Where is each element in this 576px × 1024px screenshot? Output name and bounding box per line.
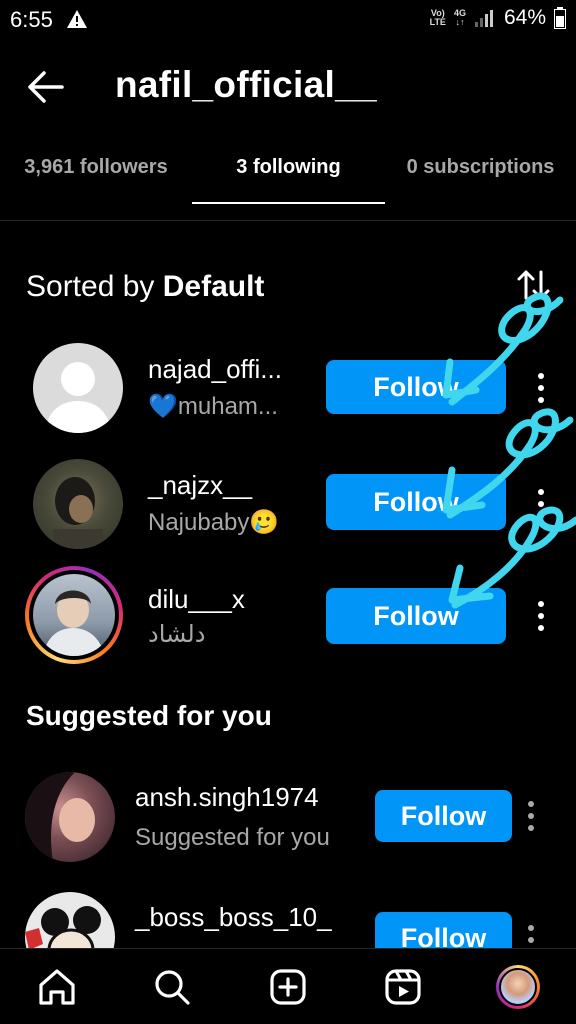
username[interactable]: _najzx__ (148, 470, 252, 501)
sort-label: Sorted by Default (26, 270, 265, 303)
username[interactable]: ansh.singh1974 (135, 782, 319, 813)
display-name: دلشاد (148, 621, 206, 648)
suggested-item[interactable]: _boss_boss_10_ Follow (0, 890, 576, 948)
more-options-icon[interactable] (531, 368, 551, 408)
photo-placeholder (25, 772, 95, 862)
avatar (499, 968, 537, 1006)
bottom-navigation (0, 948, 576, 1024)
avatar[interactable] (33, 343, 123, 433)
suggestion-reason: Suggested for you (135, 824, 330, 851)
following-list-container: Sorted by Default najad_offi... 💙muham..… (0, 0, 576, 948)
photo-placeholder (25, 906, 101, 948)
more-options-icon[interactable] (531, 484, 551, 524)
list-item[interactable]: najad_offi... 💙muham... Follow (0, 340, 576, 440)
photo-placeholder (43, 590, 105, 656)
avatar[interactable] (25, 772, 115, 862)
more-options-icon[interactable] (531, 596, 551, 636)
profile-icon[interactable] (496, 965, 540, 1009)
photo-placeholder (53, 477, 103, 549)
list-item[interactable]: _najzx__ Najubaby🥲 Follow (0, 456, 576, 556)
username[interactable]: _boss_boss_10_ (135, 902, 332, 933)
search-icon[interactable] (150, 965, 194, 1009)
story-ring[interactable] (25, 566, 123, 664)
more-options-icon[interactable] (521, 920, 541, 948)
default-avatar-icon (45, 362, 111, 433)
reels-icon[interactable] (381, 965, 425, 1009)
follow-button[interactable]: Follow (375, 912, 512, 948)
avatar[interactable] (33, 459, 123, 549)
more-options-icon[interactable] (521, 796, 541, 836)
follow-button[interactable]: Follow (326, 588, 506, 644)
display-name: Najubaby🥲 (148, 509, 280, 536)
follow-button[interactable]: Follow (326, 474, 506, 530)
avatar (33, 574, 115, 656)
sort-icon[interactable] (516, 268, 552, 302)
follow-button[interactable]: Follow (375, 790, 512, 842)
username[interactable]: najad_offi... (148, 354, 282, 385)
list-item[interactable]: dilu___x دلشاد Follow (0, 566, 576, 666)
suggested-heading: Suggested for you (26, 700, 272, 731)
avatar[interactable] (25, 892, 115, 948)
sort-value: Default (162, 270, 265, 303)
display-name: 💙muham... (148, 393, 278, 420)
create-icon[interactable] (266, 965, 310, 1009)
suggested-item[interactable]: ansh.singh1974 Suggested for you Follow (0, 770, 576, 870)
home-icon[interactable] (35, 965, 79, 1009)
follow-button[interactable]: Follow (326, 360, 506, 414)
username[interactable]: dilu___x (148, 584, 245, 615)
